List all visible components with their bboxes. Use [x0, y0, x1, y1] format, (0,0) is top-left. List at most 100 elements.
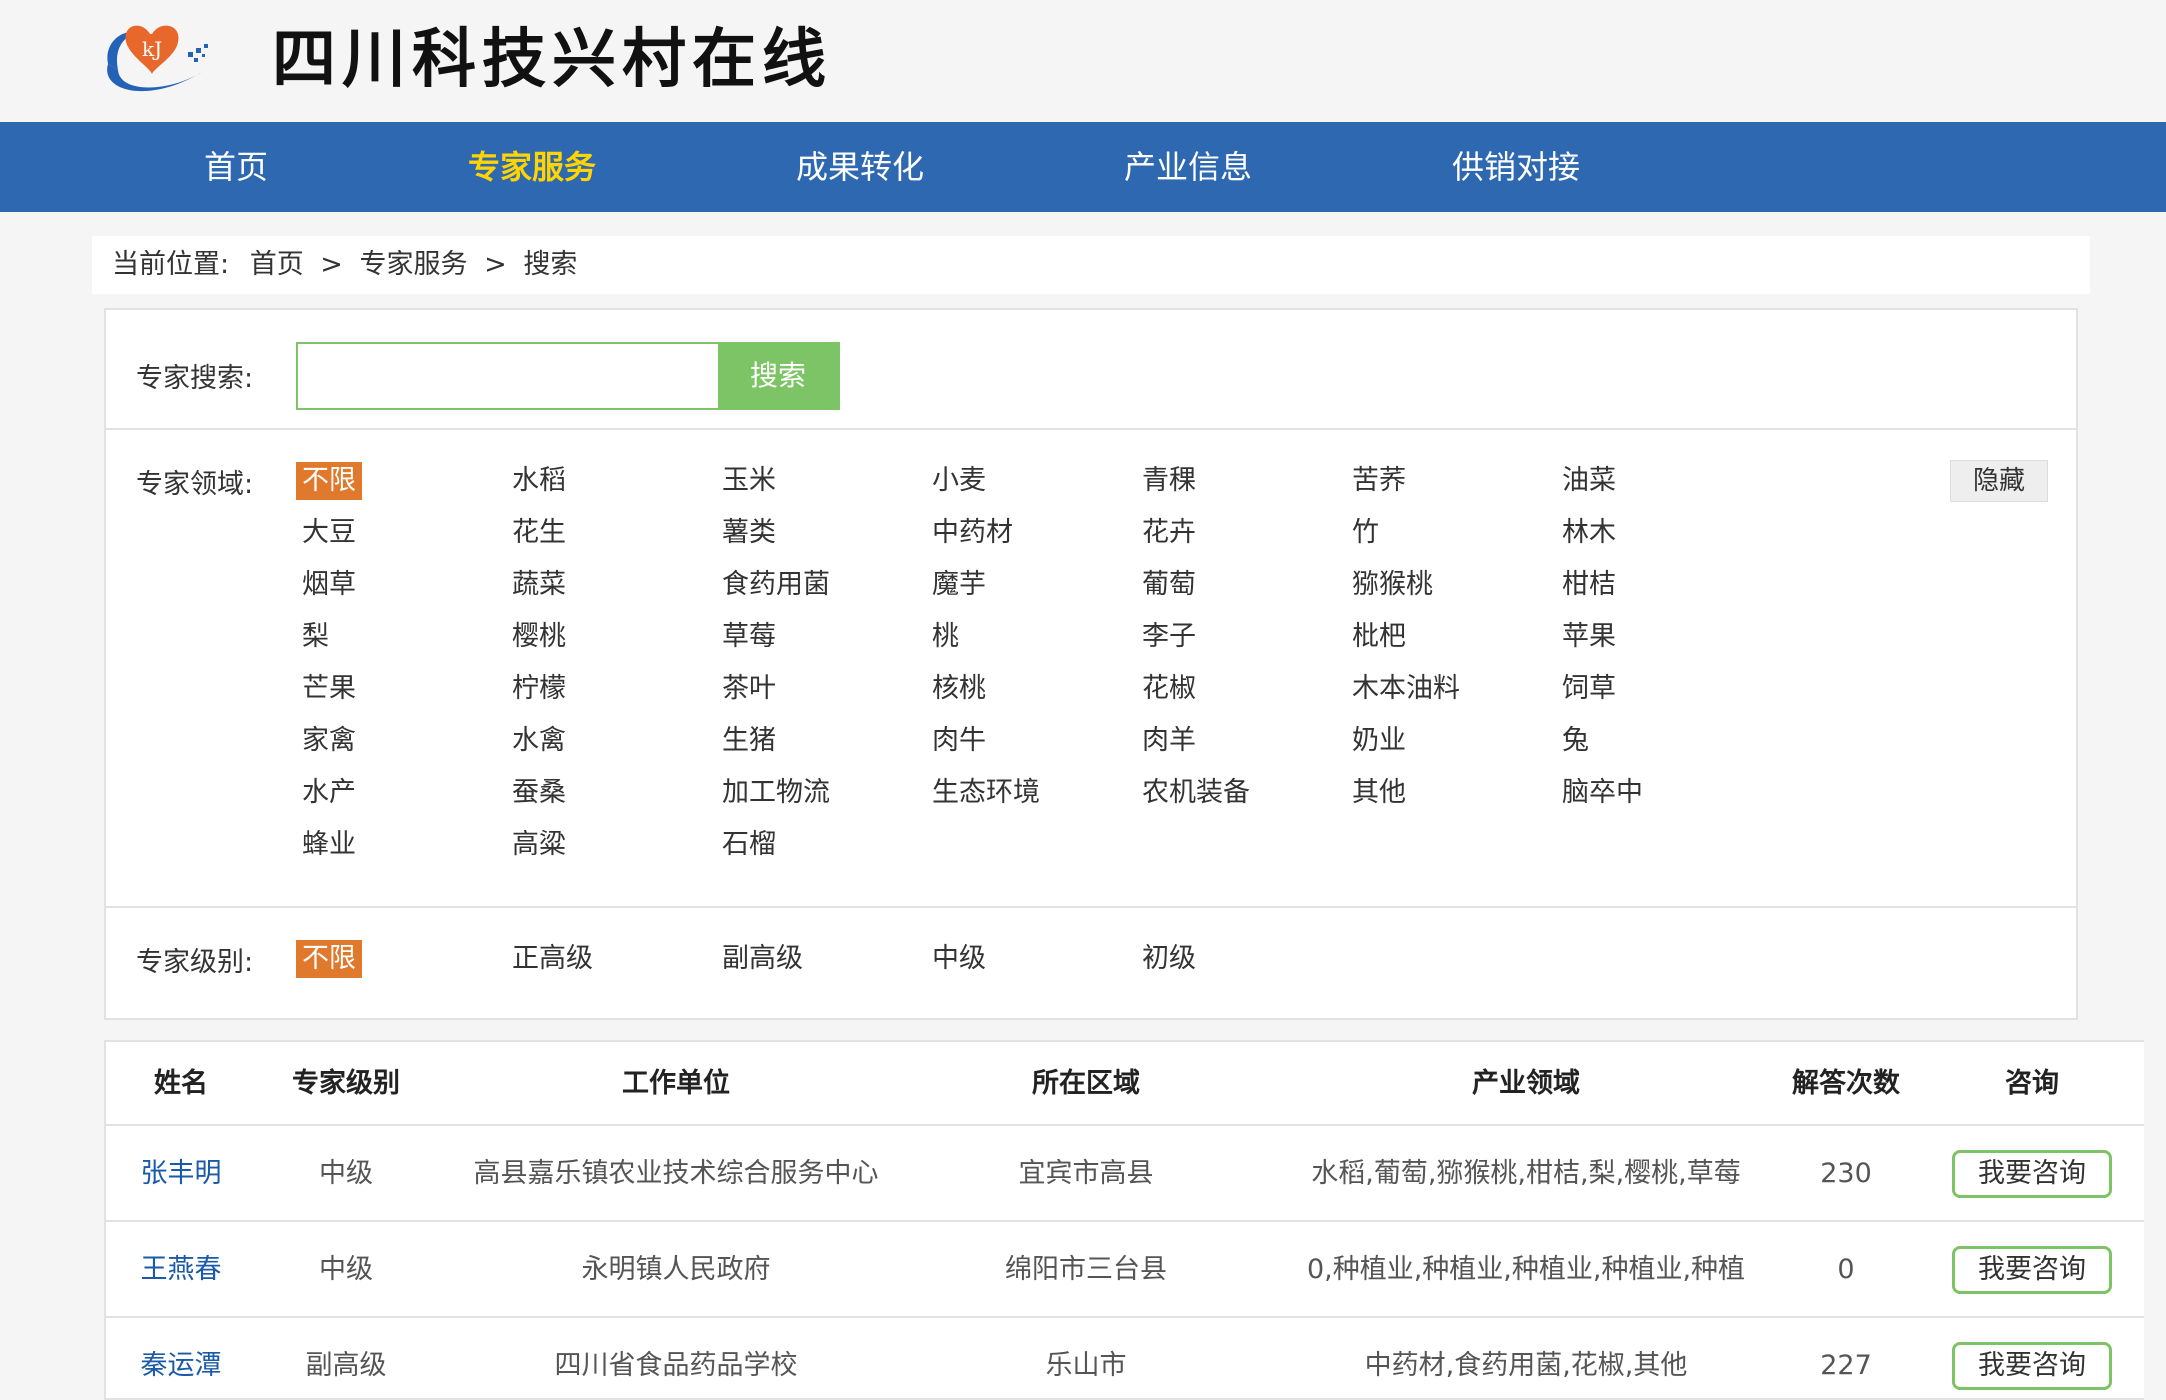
- col-header-name: 姓名: [154, 1068, 208, 1099]
- domain-option[interactable]: 农机装备: [1136, 774, 1256, 812]
- cell-answers: 230: [1820, 1158, 1872, 1189]
- consult-button[interactable]: 我要咨询: [1952, 1150, 2112, 1198]
- nav-achievement-transfer[interactable]: 成果转化: [760, 122, 960, 212]
- nav-supply-sales[interactable]: 供销对接: [1416, 122, 1616, 212]
- domain-option[interactable]: 其他: [1346, 774, 1412, 812]
- domain-option[interactable]: 烟草: [296, 566, 362, 604]
- breadcrumb-home[interactable]: 首页: [250, 236, 304, 294]
- cell-region: 宜宾市高县: [1018, 1158, 1154, 1189]
- domain-option[interactable]: 枇杷: [1346, 618, 1412, 656]
- breadcrumb-current: 搜索: [523, 249, 578, 280]
- domain-option[interactable]: 梨: [296, 618, 335, 656]
- domain-option[interactable]: 花卉: [1136, 514, 1202, 552]
- domain-option[interactable]: 李子: [1136, 618, 1202, 656]
- expert-table: 姓名 专家级别 工作单位 所在区域 产业领域 解答次数 咨询 张丰明 中级 高县嘉乐…: [104, 1040, 2144, 1400]
- domain-option[interactable]: 脑卒中: [1556, 774, 1649, 812]
- domain-option[interactable]: 水产: [296, 774, 362, 812]
- domain-option[interactable]: 苦荞: [1346, 462, 1412, 500]
- domain-option[interactable]: 花椒: [1136, 670, 1202, 708]
- level-option[interactable]: 正高级: [506, 940, 599, 978]
- filter-panel: 专家搜索: 搜索 专家领域: 隐藏 专家级别: 不限 水稻 玉米 小麦 青稞 苦荞 油菜大豆…: [104, 308, 2078, 1020]
- domain-option[interactable]: 葡萄: [1136, 566, 1202, 604]
- level-label: 专家级别:: [136, 947, 254, 978]
- domain-option[interactable]: 生态环境: [926, 774, 1046, 812]
- domain-option[interactable]: 奶业: [1346, 722, 1412, 760]
- domain-option[interactable]: 魔芋: [926, 566, 992, 604]
- domain-option[interactable]: 不限: [296, 462, 362, 500]
- breadcrumb-prefix: 当前位置:: [112, 249, 230, 280]
- nav-expert-service[interactable]: 专家服务: [432, 122, 632, 212]
- domain-option[interactable]: 桃: [926, 618, 965, 656]
- search-input[interactable]: [298, 344, 708, 408]
- divider: [106, 1220, 2144, 1222]
- level-option[interactable]: 副高级: [716, 940, 809, 978]
- divider: [106, 1124, 2144, 1126]
- level-option[interactable]: 中级: [926, 940, 992, 978]
- domain-option[interactable]: 蜂业: [296, 826, 362, 864]
- domain-option[interactable]: 水禽: [506, 722, 572, 760]
- domain-option[interactable]: 猕猴桃: [1346, 566, 1439, 604]
- domain-option[interactable]: 肉羊: [1136, 722, 1202, 760]
- cell-name[interactable]: 秦运潭: [126, 1344, 236, 1388]
- domain-option[interactable]: 芒果: [296, 670, 362, 708]
- domain-option[interactable]: 小麦: [926, 462, 992, 500]
- domain-option[interactable]: 兔: [1556, 722, 1595, 760]
- domain-option[interactable]: 草莓: [716, 618, 782, 656]
- domain-option[interactable]: 高粱: [506, 826, 572, 864]
- site-logo[interactable]: kJ: [90, 14, 220, 104]
- hide-button[interactable]: 隐藏: [1950, 460, 2048, 502]
- cell-answers: 227: [1820, 1350, 1872, 1381]
- breadcrumb-separator: >: [320, 249, 343, 280]
- domain-option[interactable]: 油菜: [1556, 462, 1622, 500]
- cell-workplace: 高县嘉乐镇农业技术综合服务中心: [473, 1158, 879, 1189]
- breadcrumb-separator: >: [484, 249, 507, 280]
- cell-name[interactable]: 张丰明: [126, 1152, 236, 1196]
- divider: [106, 906, 2076, 908]
- domain-option[interactable]: 水稻: [506, 462, 572, 500]
- cell-level: 副高级: [305, 1350, 387, 1381]
- nav-home[interactable]: 首页: [136, 122, 336, 212]
- domain-option[interactable]: 肉牛: [926, 722, 992, 760]
- domain-option[interactable]: 花生: [506, 514, 572, 552]
- breadcrumb-expert-service[interactable]: 专家服务: [360, 236, 468, 294]
- domain-option[interactable]: 木本油料: [1346, 670, 1466, 708]
- level-option[interactable]: 初级: [1136, 940, 1202, 978]
- col-header-consult: 咨询: [2005, 1068, 2059, 1099]
- site-header: kJ 四川科技兴村在线: [0, 0, 2166, 122]
- domain-option[interactable]: 核桃: [926, 670, 992, 708]
- divider: [106, 428, 2076, 430]
- search-label: 专家搜索:: [136, 363, 254, 394]
- domain-label: 专家领域:: [136, 469, 254, 500]
- cell-workplace: 四川省食品药品学校: [554, 1350, 798, 1381]
- cell-industry: 0,种植业,种植业,种植业,种植业,种植: [1306, 1254, 1746, 1285]
- consult-button[interactable]: 我要咨询: [1952, 1342, 2112, 1390]
- domain-option[interactable]: 加工物流: [716, 774, 836, 812]
- domain-option[interactable]: 饲草: [1556, 670, 1622, 708]
- domain-option[interactable]: 玉米: [716, 462, 782, 500]
- domain-option[interactable]: 茶叶: [716, 670, 782, 708]
- level-option[interactable]: 不限: [296, 940, 362, 978]
- domain-option[interactable]: 林木: [1556, 514, 1622, 552]
- domain-option[interactable]: 柠檬: [506, 670, 572, 708]
- consult-button[interactable]: 我要咨询: [1952, 1246, 2112, 1294]
- cell-workplace: 永明镇人民政府: [581, 1254, 771, 1285]
- domain-option[interactable]: 家禽: [296, 722, 362, 760]
- cell-region: 乐山市: [1045, 1350, 1127, 1381]
- domain-option[interactable]: 薯类: [716, 514, 782, 552]
- domain-option[interactable]: 青稞: [1136, 462, 1202, 500]
- domain-option[interactable]: 柑桔: [1556, 566, 1622, 604]
- domain-option[interactable]: 石榴: [716, 826, 782, 864]
- site-title: 四川科技兴村在线: [272, 23, 832, 97]
- domain-option[interactable]: 樱桃: [506, 618, 572, 656]
- domain-option[interactable]: 大豆: [296, 514, 362, 552]
- domain-option[interactable]: 竹: [1346, 514, 1385, 552]
- domain-option[interactable]: 苹果: [1556, 618, 1622, 656]
- search-button[interactable]: 搜索: [718, 344, 838, 408]
- domain-option[interactable]: 生猪: [716, 722, 782, 760]
- domain-option[interactable]: 中药材: [926, 514, 1019, 552]
- domain-option[interactable]: 蚕桑: [506, 774, 572, 812]
- cell-name[interactable]: 王燕春: [126, 1248, 236, 1292]
- nav-industry-info[interactable]: 产业信息: [1088, 122, 1288, 212]
- domain-option[interactable]: 蔬菜: [506, 566, 572, 604]
- domain-option[interactable]: 食药用菌: [716, 566, 836, 604]
